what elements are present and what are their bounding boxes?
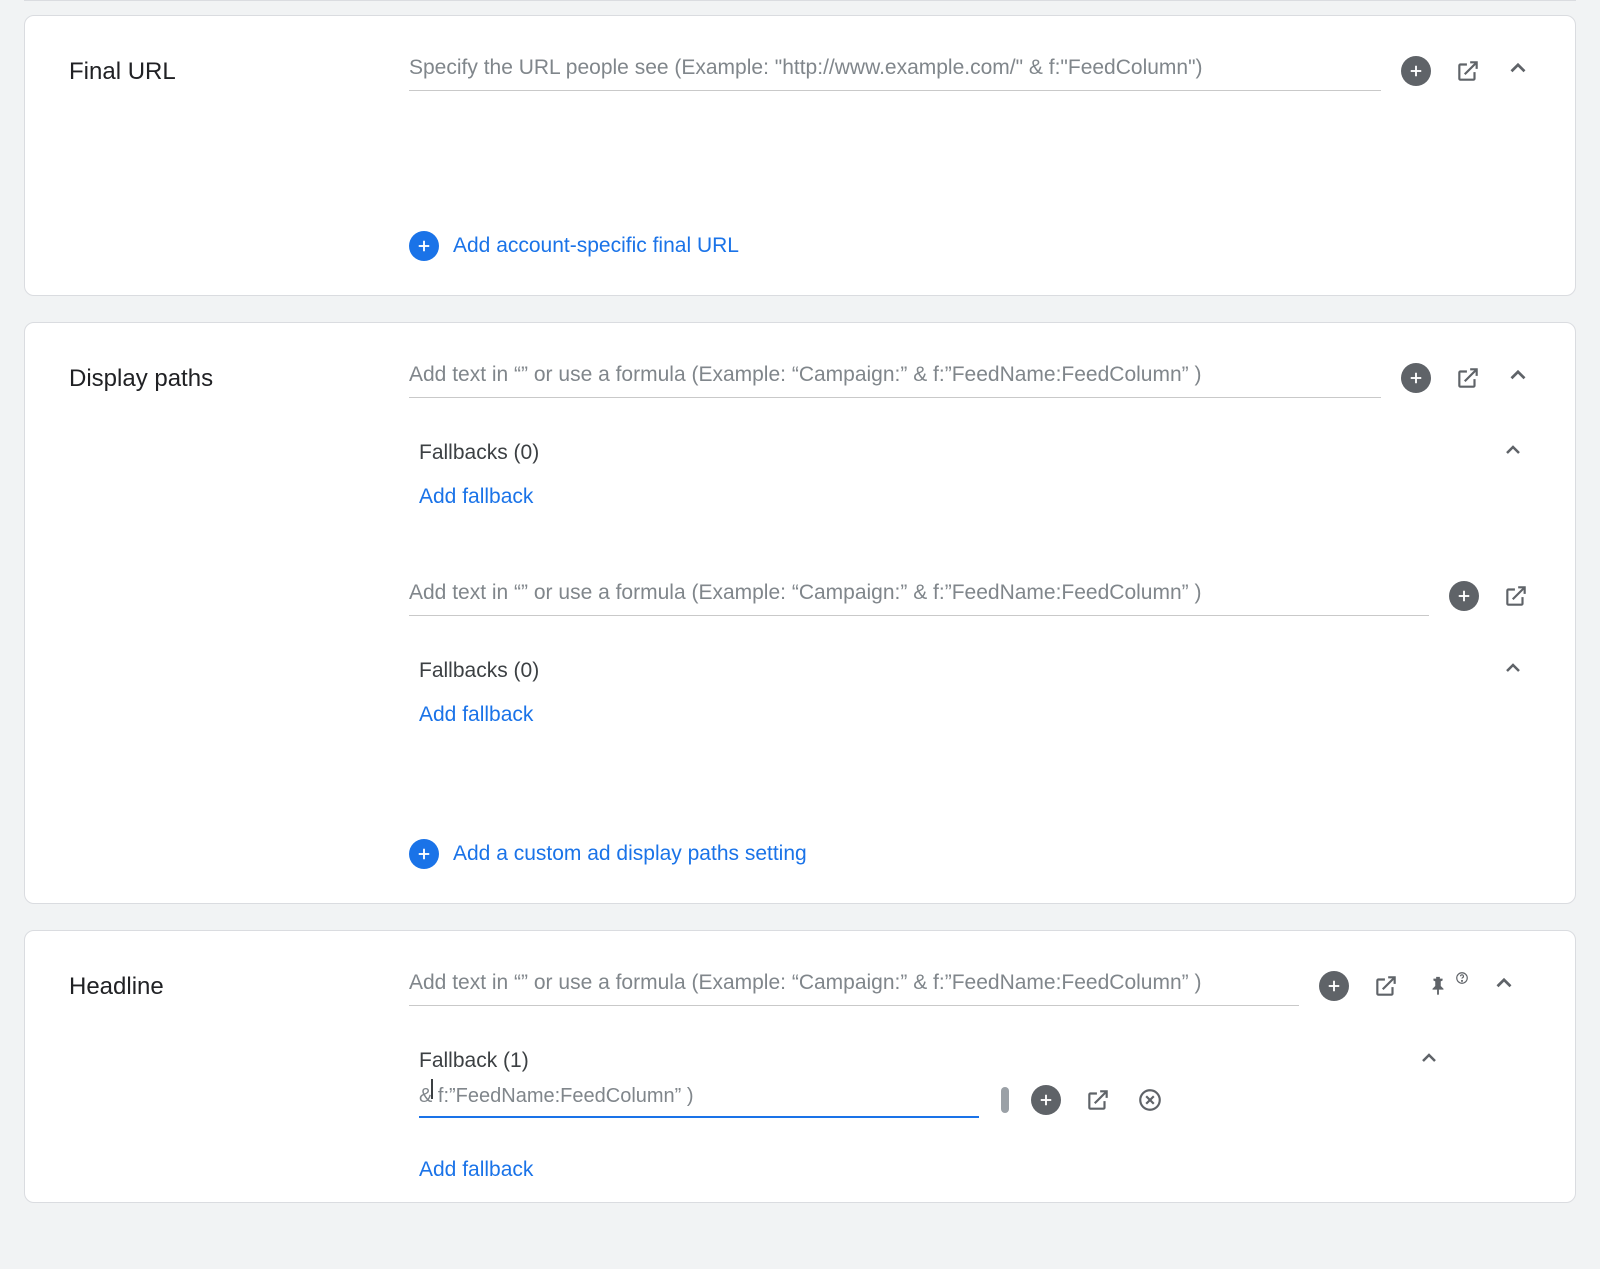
headline-label: Headline — [69, 973, 409, 1001]
chevron-up-icon[interactable] — [1505, 55, 1531, 86]
plus-icon[interactable] — [1031, 1085, 1061, 1115]
plus-circle-icon[interactable] — [409, 839, 439, 869]
display-path-1-input[interactable] — [409, 357, 1381, 398]
chevron-up-icon[interactable] — [1501, 656, 1525, 685]
add-fallback-link[interactable]: Add fallback — [419, 485, 1531, 509]
fallback-title: Fallbacks (0) — [419, 441, 539, 465]
add-custom-display-paths-link[interactable]: Add a custom ad display paths setting — [453, 842, 807, 866]
chevron-up-icon[interactable] — [1501, 438, 1525, 467]
open-external-icon[interactable] — [1501, 581, 1531, 611]
headline-section: Headline — [24, 930, 1576, 1203]
open-external-icon[interactable] — [1453, 363, 1483, 393]
open-external-icon[interactable] — [1371, 971, 1401, 1001]
plus-icon[interactable] — [1401, 56, 1431, 86]
plus-icon[interactable] — [1401, 363, 1431, 393]
plus-circle-icon[interactable] — [409, 231, 439, 261]
chevron-up-icon[interactable] — [1505, 362, 1531, 393]
add-fallback-link[interactable]: Add fallback — [419, 703, 1531, 727]
display-path-2-input[interactable] — [409, 575, 1429, 616]
headline-input[interactable] — [409, 965, 1299, 1006]
pin-icon[interactable] — [1423, 971, 1453, 1001]
open-external-icon[interactable] — [1453, 56, 1483, 86]
chevron-up-icon[interactable] — [1417, 1046, 1441, 1075]
text-cursor — [431, 1079, 433, 1099]
plus-icon[interactable] — [1319, 971, 1349, 1001]
display-paths-label: Display paths — [69, 365, 409, 393]
fallback-title: Fallbacks (0) — [419, 659, 539, 683]
add-account-final-url-link[interactable]: Add account-specific final URL — [453, 234, 739, 258]
help-icon[interactable] — [1455, 971, 1469, 988]
final-url-label: Final URL — [69, 58, 409, 86]
display-paths-section: Display paths — [24, 322, 1576, 904]
drag-handle-icon[interactable] — [1001, 1087, 1009, 1113]
final-url-section: Final URL — [24, 15, 1576, 296]
fallback-title: Fallback (1) — [419, 1049, 529, 1073]
open-external-icon[interactable] — [1083, 1085, 1113, 1115]
close-circle-icon[interactable] — [1135, 1085, 1165, 1115]
plus-icon[interactable] — [1449, 581, 1479, 611]
final-url-input[interactable] — [409, 50, 1381, 91]
add-fallback-link[interactable]: Add fallback — [419, 1158, 1531, 1182]
chevron-up-icon[interactable] — [1491, 970, 1517, 1001]
headline-fallback-input[interactable] — [419, 1081, 979, 1118]
